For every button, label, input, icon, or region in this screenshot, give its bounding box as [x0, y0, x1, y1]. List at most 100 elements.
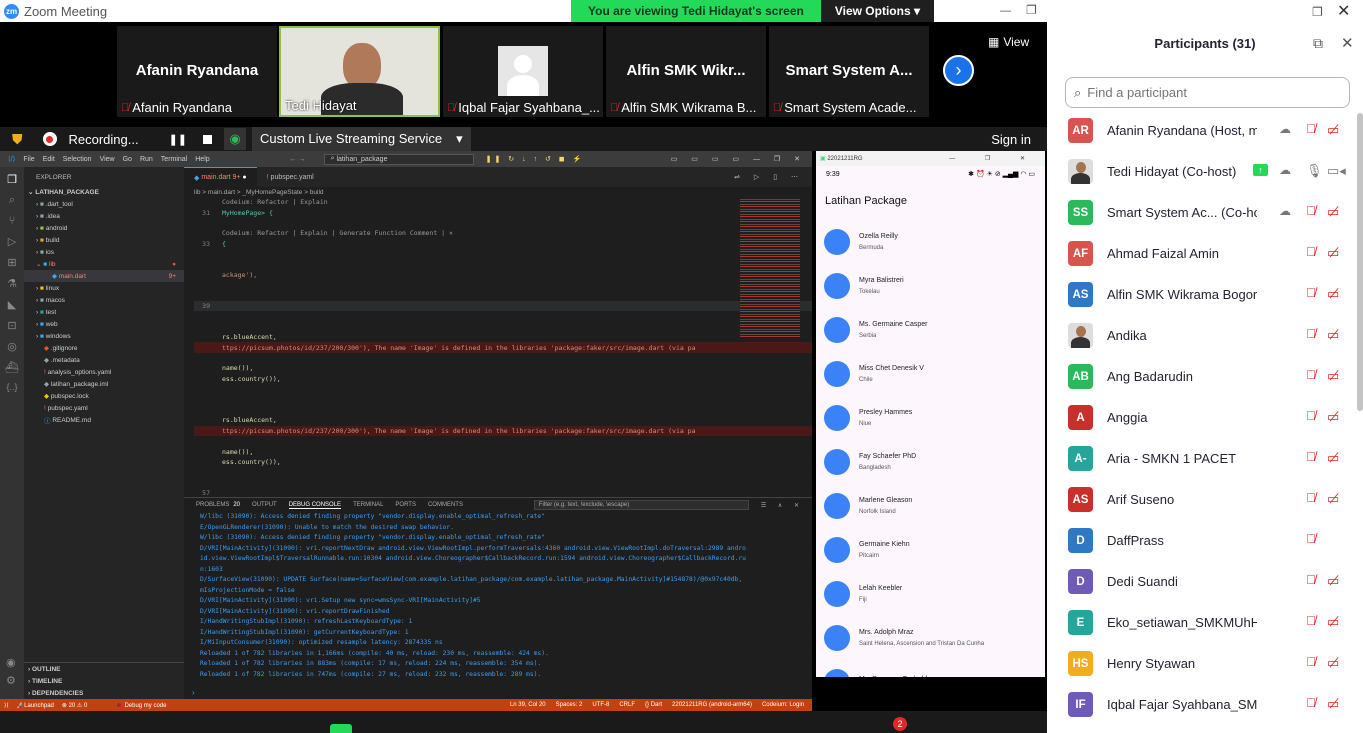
mic-muted-icon[interactable]: 🎙̸: [1306, 613, 1316, 628]
indent-status[interactable]: Spaces: 2: [556, 702, 583, 708]
collapse-icon[interactable]: ✕: [1341, 34, 1354, 52]
tab-terminal[interactable]: TERMINAL: [353, 502, 383, 508]
code-line[interactable]: [194, 259, 812, 269]
code-line[interactable]: ttps://picsum.photos/id/237/200/300'), T…: [194, 342, 812, 353]
participant-row[interactable]: A- Aria - SMKN 1 PACET 🎙̸ ▭̸: [1047, 438, 1363, 479]
video-icon[interactable]: ▭◂: [1327, 163, 1346, 179]
next-page-button[interactable]: ›: [943, 55, 974, 86]
code-line[interactable]: rs.blueAccent,: [194, 415, 812, 425]
flutter-icon[interactable]: ◣: [0, 298, 24, 311]
mic-muted-icon[interactable]: 🎙̸: [1306, 244, 1316, 259]
tab-problems[interactable]: PROBLEMS: [196, 502, 229, 508]
list-item[interactable]: Mrs. Adolph Mraz Saint Helena, Ascension …: [816, 616, 1045, 660]
menu-help[interactable]: Help: [195, 156, 209, 163]
language-status[interactable]: {} Dart: [645, 702, 662, 708]
eol-status[interactable]: CRLF: [619, 702, 635, 708]
menu-go[interactable]: Go: [123, 156, 132, 163]
timeline-section[interactable]: › TIMELINE: [24, 675, 184, 687]
participant-row[interactable]: E Eko_setiawan_SMKMUhHGL 🎙̸ ▭̸: [1047, 602, 1363, 643]
folder-idea[interactable]: › ■ .idea: [24, 210, 184, 222]
participant-row[interactable]: AS Arif Suseno 🎙̸ ▭̸: [1047, 479, 1363, 520]
tab-main-dart[interactable]: ◆ main.dart 9+ ●: [184, 167, 257, 187]
folder-android[interactable]: › ■ android: [24, 222, 184, 234]
file-pubspec-lock[interactable]: ◆ pubspec.lock: [24, 390, 184, 402]
code-line[interactable]: Codeium: Refactor | Explain | Generate F…: [194, 228, 812, 238]
pop-out-icon[interactable]: ⧉: [1313, 35, 1323, 52]
code-line[interactable]: [194, 353, 812, 363]
folder-linux[interactable]: › ■ linux: [24, 282, 184, 294]
folder-web[interactable]: › ■ web: [24, 318, 184, 330]
participant-row[interactable]: AF Ahmad Faizal Amin 🎙̸ ▭̸: [1047, 233, 1363, 274]
video-off-icon[interactable]: ▭̸: [1327, 122, 1339, 138]
folder-dart-tool[interactable]: › ■ .dart_tool: [24, 198, 184, 210]
list-item[interactable]: Marlene Gleason Norfolk Island: [816, 484, 1045, 528]
video-off-icon[interactable]: ▭̸: [1327, 245, 1339, 261]
code-line[interactable]: [194, 291, 812, 301]
list-item[interactable]: Myra Balistreri Tokelau: [816, 264, 1045, 308]
mic-muted-icon[interactable]: 🎙̸: [1306, 490, 1316, 505]
participant-row[interactable]: IF Iqbal Fajar Syahbana_SMK Wik... 🎙̸ ▭̸: [1047, 684, 1363, 725]
thumbnail-tedi[interactable]: Tedi Hidayat: [279, 26, 440, 117]
view-button[interactable]: ▦ View: [988, 35, 1029, 49]
menu-view[interactable]: View: [100, 156, 115, 163]
menu-run[interactable]: Run: [140, 156, 153, 163]
codeium-icon[interactable]: ◎: [0, 340, 24, 353]
emulator-window-controls[interactable]: — ❐ ✕: [949, 155, 1039, 162]
video-off-icon[interactable]: ▭̸: [1327, 450, 1339, 466]
participant-row[interactable]: AB Ang Badarudin 🎙̸ ▭̸: [1047, 356, 1363, 397]
panel-actions[interactable]: ☰ ∧ ✕: [761, 502, 804, 509]
video-off-icon[interactable]: ▭̸: [1327, 696, 1339, 712]
mic-muted-icon[interactable]: 🎙̸: [1306, 121, 1316, 136]
participant-row[interactable]: HS Henry Styawan 🎙̸ ▭̸: [1047, 643, 1363, 684]
code-line[interactable]: [194, 436, 812, 446]
list-item[interactable]: Fay Schaefer PhD Bangladesh: [816, 440, 1045, 484]
run-debug-icon[interactable]: ▷: [0, 235, 24, 248]
restore-window-icon[interactable]: ❐: [1312, 5, 1323, 19]
stop-recording-button[interactable]: [203, 134, 213, 144]
code-line[interactable]: [194, 478, 812, 488]
participant-list-scrollbar[interactable]: [1357, 113, 1363, 411]
mic-muted-icon[interactable]: 🎙̸: [1306, 531, 1316, 546]
flask-icon[interactable]: ⚗: [0, 277, 24, 290]
folder-test[interactable]: › ■ test: [24, 306, 184, 318]
close-window-icon[interactable]: ✕: [1337, 1, 1350, 21]
menu-selection[interactable]: Selection: [63, 156, 92, 163]
project-root[interactable]: ⌄ LATIHAN_PACKAGE: [24, 186, 184, 198]
video-off-icon[interactable]: ▭̸: [1327, 491, 1339, 507]
code-line[interactable]: [194, 394, 812, 404]
code-line[interactable]: [194, 218, 812, 228]
minimap[interactable]: [740, 197, 800, 337]
extensions-icon[interactable]: ⊞: [0, 256, 24, 269]
video-off-icon[interactable]: ▭̸: [1327, 573, 1339, 589]
menu-file[interactable]: File: [23, 156, 34, 163]
mic-muted-icon[interactable]: 🎙̸: [1306, 695, 1316, 710]
code-line[interactable]: ess.country()),: [194, 374, 812, 384]
file-readme[interactable]: ⓘ README.md: [24, 414, 184, 426]
account-icon[interactable]: ◉: [6, 656, 16, 669]
folder-macos[interactable]: › ■ macos: [24, 294, 184, 306]
sign-in-button[interactable]: Sign in: [991, 132, 1031, 147]
thumbnail-alfin[interactable]: Alfin SMK Wikr... 🎙̸ Alfin SMK Wikrama B.…: [606, 26, 766, 117]
code-line[interactable]: [194, 249, 812, 259]
file-iml[interactable]: ◆ latihan_package.iml: [24, 378, 184, 390]
list-item[interactable]: Miss Chet Denesik V Chile: [816, 352, 1045, 396]
thumbnail-smart-system[interactable]: Smart System A... 🎙̸ Smart System Acade..…: [769, 26, 929, 117]
code-line[interactable]: name()),: [194, 363, 812, 373]
participant-row[interactable]: Andika 🎙̸ ▭̸: [1047, 315, 1363, 356]
outline-section[interactable]: › OUTLINE: [24, 663, 184, 675]
participant-row[interactable]: AR Afanin Ryandana (Host, me) ☁ 🎙̸ ▭̸: [1047, 110, 1363, 151]
code-line[interactable]: ttps://picsum.photos/id/237/200/300'), T…: [194, 425, 812, 436]
participant-row[interactable]: D DaffPrass 🎙̸: [1047, 520, 1363, 561]
list-item[interactable]: Presley Hammes Niue: [816, 396, 1045, 440]
code-line[interactable]: 31 MyHomePage> {: [194, 207, 812, 217]
code-line[interactable]: Codeium: Refactor | Explain: [194, 197, 812, 207]
participant-row[interactable]: Tedi Hidayat (Co-host) ↑ ☁ 🎙 ▭◂: [1047, 151, 1363, 192]
participant-row[interactable]: SS Smart System Ac... (Co-host) ☁ 🎙̸ ▭̸: [1047, 192, 1363, 233]
folder-lib[interactable]: ⌄ ■ lib ●: [24, 258, 184, 270]
cursor-position[interactable]: Ln 39, Col 20: [510, 702, 546, 708]
view-options-button[interactable]: View Options ▾: [820, 0, 934, 22]
participant-row[interactable]: AS Alfin SMK Wikrama Bogor 🎙̸ ▭̸: [1047, 274, 1363, 315]
thumbnail-iqbal[interactable]: 🎙̸ Iqbal Fajar Syahbana_...: [443, 26, 603, 117]
code-line[interactable]: ess.country()),: [194, 457, 812, 467]
file-pubspec-yaml[interactable]: ! pubspec.yaml: [24, 402, 184, 414]
